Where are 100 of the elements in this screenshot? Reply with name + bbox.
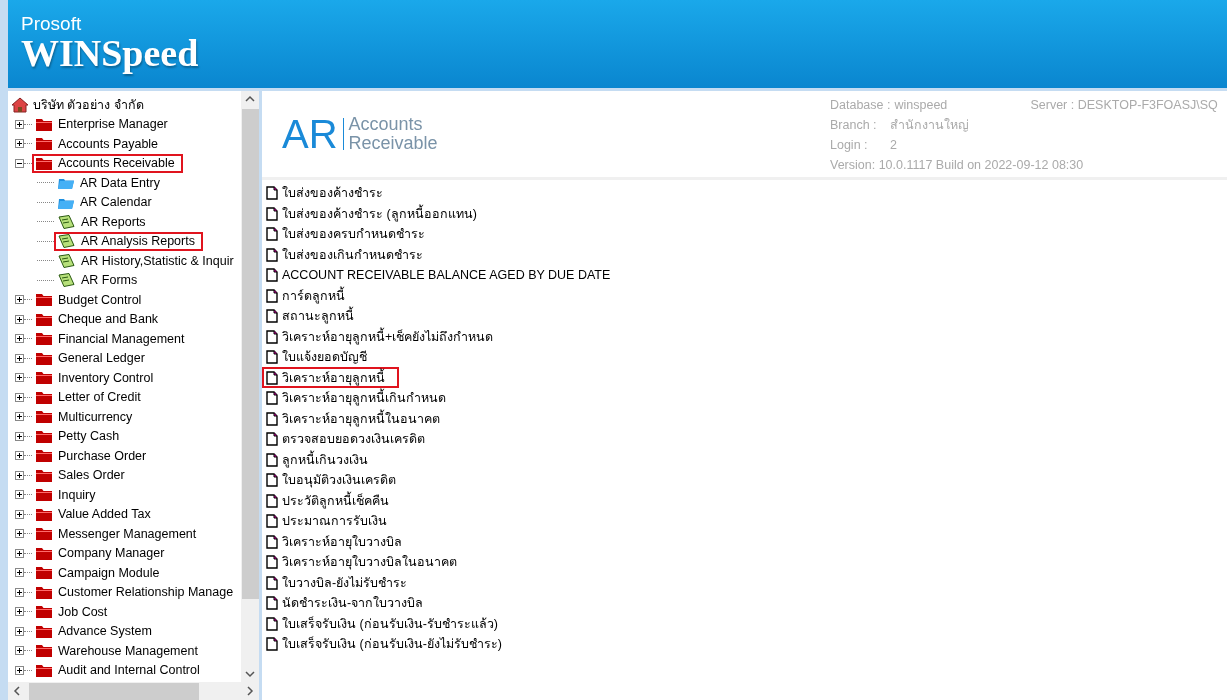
tree-item[interactable]: Customer Relationship Manage [32, 582, 241, 602]
report-item[interactable]: ใบแจ้งยอดบัญชี [262, 346, 381, 368]
expand-icon[interactable] [15, 587, 24, 597]
tree-root-label[interactable]: บริษัท ตัวอย่าง จำกัด [33, 94, 144, 115]
tree-item[interactable]: AR Reports [54, 212, 154, 232]
tree-item[interactable]: AR Analysis Reports [54, 231, 203, 251]
report-item[interactable]: ใบส่งของค้างชำระ (ลูกหนี้ออกแทน) [262, 203, 491, 225]
expand-icon[interactable] [15, 490, 24, 500]
report-item[interactable]: วิเคราะห์อายุลูกหนี้ในอนาคต [262, 408, 454, 430]
folder-icon [36, 371, 52, 385]
tree-item[interactable]: Purchase Order [32, 446, 155, 466]
scrollbar-thumb[interactable] [29, 682, 199, 700]
report-item[interactable]: ใบเสร็จรับเงิน (ก่อนรับเงิน-ยังไม่รับชำระ) [262, 633, 516, 655]
document-icon [266, 514, 278, 529]
tree-item[interactable]: AR History,Statistic & Inquir [54, 251, 241, 271]
expand-icon[interactable] [15, 373, 24, 383]
tree-item[interactable]: Budget Control [32, 290, 150, 310]
collapse-icon[interactable] [15, 158, 24, 168]
expand-icon[interactable] [15, 529, 24, 539]
expand-icon[interactable] [15, 548, 24, 558]
tree-item[interactable]: AR Calendar [54, 192, 160, 212]
folder-icon [36, 566, 52, 580]
report-item[interactable]: ใบส่งของครบกำหนดชำระ [262, 223, 439, 245]
report-item[interactable]: ใบเสร็จรับเงิน (ก่อนรับเงิน-รับชำระแล้ว) [262, 613, 512, 635]
folder-icon [36, 605, 52, 619]
document-icon [266, 575, 278, 590]
tree-item[interactable]: Petty Cash [32, 426, 128, 446]
document-icon [266, 206, 278, 221]
report-item[interactable]: ใบวางบิล-ยังไม่รับชำระ [262, 572, 422, 594]
report-item[interactable]: วิเคราะห์อายุใบวางบิล [262, 531, 416, 553]
tree-item[interactable]: Value Added Tax [32, 504, 159, 524]
folder-icon [36, 488, 52, 502]
tree-item[interactable]: Messenger Management [32, 524, 205, 544]
scroll-left-icon[interactable] [13, 686, 21, 696]
report-item[interactable]: ใบส่งของเกินกำหนดชำระ [262, 244, 437, 266]
expand-icon[interactable] [15, 451, 24, 461]
folder-icon [36, 644, 52, 658]
tree-item[interactable]: AR Data Entry [54, 173, 168, 193]
document-icon [266, 411, 278, 426]
tree-item[interactable]: Enterprise Manager [32, 114, 176, 134]
report-item[interactable]: นัดชำระเงิน-จากใบวางบิล [262, 592, 438, 614]
tree-item[interactable]: AR Forms [54, 270, 146, 290]
server-info: Server : DESKTOP-F3FOASJ\SQ [1030, 98, 1218, 112]
expand-icon[interactable] [15, 607, 24, 617]
tree-item[interactable]: Inventory Control [32, 368, 162, 388]
tree-item[interactable]: Letter of Credit [32, 387, 149, 407]
expand-icon[interactable] [15, 665, 24, 675]
expand-icon[interactable] [15, 334, 24, 344]
document-icon [266, 637, 278, 652]
expand-icon[interactable] [15, 470, 24, 480]
report-item[interactable]: วิเคราะห์อายุใบวางบิลในอนาคต [262, 551, 471, 573]
tree-item[interactable]: Inquiry [32, 485, 104, 505]
tree-item[interactable]: Campaign Module [32, 563, 168, 583]
folder-icon [36, 429, 52, 443]
expand-icon[interactable] [15, 119, 24, 129]
report-item[interactable]: วิเคราะห์อายุลูกหนี้+เช็คยังไม่ถึงกำหนด [262, 326, 508, 348]
info-label: Branch : [830, 118, 878, 132]
expand-icon[interactable] [15, 139, 24, 149]
tree-item[interactable]: General Ledger [32, 348, 153, 368]
expand-icon[interactable] [15, 431, 24, 441]
scroll-right-icon[interactable] [246, 686, 254, 696]
horizontal-scrollbar[interactable] [8, 682, 259, 700]
vertical-scrollbar[interactable] [241, 91, 259, 682]
tree-item[interactable]: Multicurrency [32, 407, 141, 427]
report-item[interactable]: ประมาณการรับเงิน [262, 510, 401, 532]
scrollbar-thumb[interactable] [241, 109, 259, 599]
tree-item[interactable]: Sales Order [32, 465, 133, 485]
info-label: Database : [830, 98, 891, 112]
report-item[interactable]: วิเคราะห์อายุลูกหนี้เกินกำหนด [262, 387, 460, 409]
report-item[interactable]: ใบส่งของค้างชำระ [262, 182, 397, 204]
report-item[interactable]: ลูกหนี้เกินวงเงิน [262, 449, 382, 471]
scroll-up-icon[interactable] [245, 95, 255, 103]
tree-item[interactable]: Financial Management [32, 329, 193, 349]
tree-item[interactable]: Advance System [32, 621, 160, 641]
expand-icon[interactable] [15, 626, 24, 636]
folder-icon [36, 468, 52, 482]
expand-icon[interactable] [15, 509, 24, 519]
tree-item[interactable]: Warehouse Management [32, 641, 206, 661]
tree-item[interactable]: Company Manager [32, 543, 173, 563]
expand-icon[interactable] [15, 353, 24, 363]
expand-icon[interactable] [15, 314, 24, 324]
tree-item[interactable]: Accounts Receivable [32, 153, 183, 173]
report-item[interactable]: การ์ดลูกหนี้ [262, 285, 359, 307]
report-item[interactable]: สถานะลูกหนี้ [262, 305, 368, 327]
tree-item[interactable]: Audit and Internal Control [32, 660, 208, 680]
expand-icon[interactable] [15, 295, 24, 305]
expand-icon[interactable] [15, 646, 24, 656]
scroll-down-icon[interactable] [245, 670, 255, 678]
tree-item[interactable]: Job Cost [32, 602, 116, 622]
report-item[interactable]: ACCOUNT RECEIVABLE BALANCE AGED BY DUE DATE [262, 264, 625, 286]
folder-icon [36, 293, 52, 307]
tree-item[interactable]: Accounts Payable [32, 134, 167, 154]
report-item[interactable]: ประวัติลูกหนี้เช็คคืน [262, 490, 403, 512]
expand-icon[interactable] [15, 568, 24, 578]
expand-icon[interactable] [15, 392, 24, 402]
tree-item[interactable]: Cheque and Bank [32, 309, 167, 329]
report-item[interactable]: วิเคราะห์อายุลูกหนี้ [262, 367, 399, 389]
report-item[interactable]: ใบอนุมัติวงเงินเครดิต [262, 469, 410, 491]
report-item[interactable]: ตรวจสอบยอดวงเงินเครดิต [262, 428, 439, 450]
expand-icon[interactable] [15, 412, 24, 422]
